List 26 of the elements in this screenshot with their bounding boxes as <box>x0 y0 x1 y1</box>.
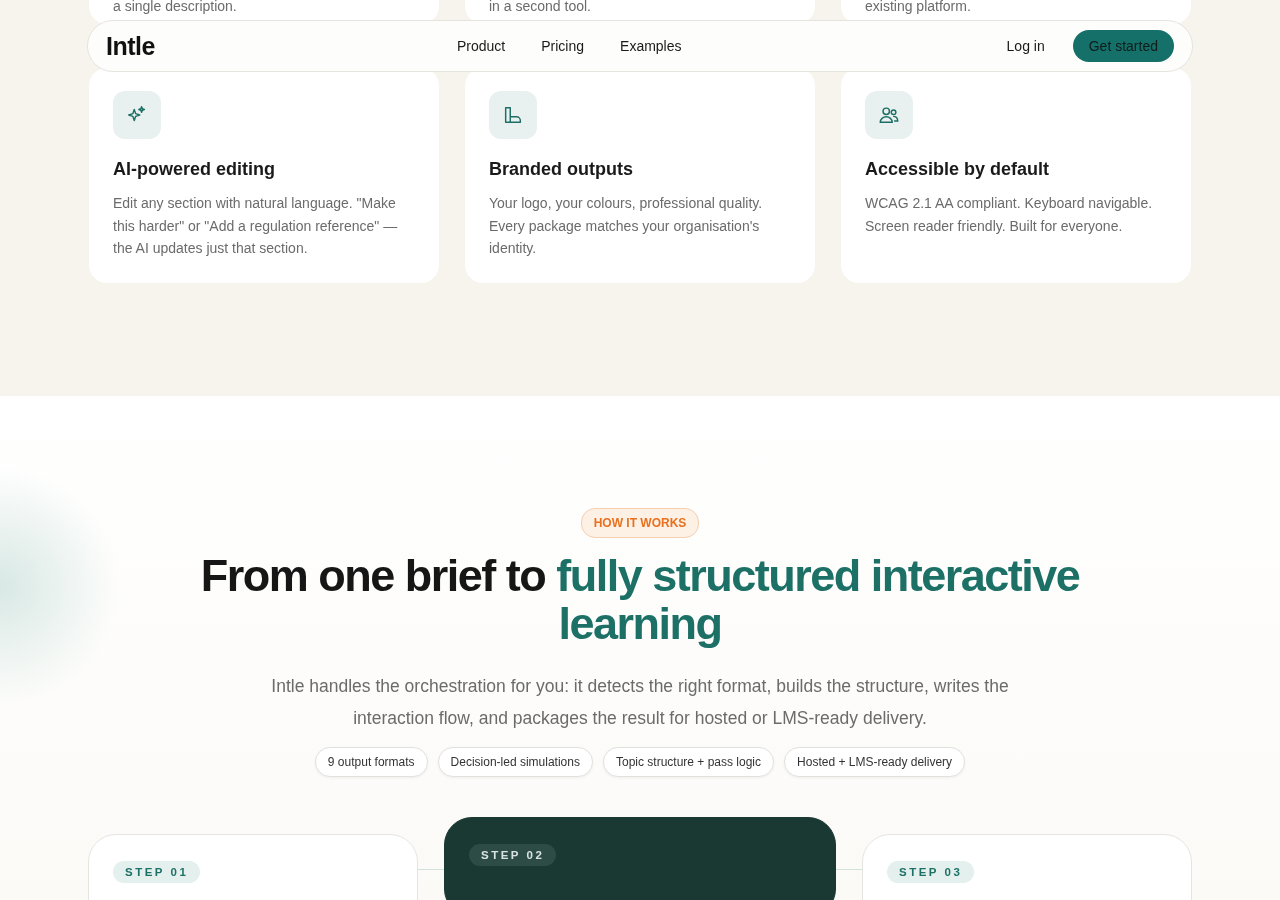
logo[interactable]: Intle <box>106 31 406 61</box>
section-intro: Intle handles the orchestration for you: it detects the right format, builds the structure, writes the interaction flow, and packages the result for hosted or LMS-ready delivery. <box>270 675 1010 730</box>
nav-link[interactable]: Product <box>457 38 506 54</box>
card-text: existing platform. <box>865 0 972 13</box>
card-description: Edit any section with natural language. "Make this harder" or "Add a regulation reference" — the AI updates just that section. <box>113 194 399 258</box>
login-link[interactable]: Log in <box>1006 38 1045 54</box>
step-label: STEP 03 <box>887 861 975 883</box>
step-label: STEP 01 <box>113 861 201 883</box>
card-title: Accessible by default <box>865 159 1051 180</box>
section-heading: From one brief to fully structured interactive learning <box>199 552 1081 648</box>
nav-link[interactable]: Examples <box>620 38 682 54</box>
section-badge: HOW IT WORKS <box>580 508 700 538</box>
card-title: AI-powered editing <box>113 159 276 180</box>
nav-link[interactable]: Pricing <box>541 38 585 54</box>
shape-icon <box>502 104 524 126</box>
feature-chip: Decision-led simulations <box>437 747 593 777</box>
card-text: in a second tool. <box>489 0 592 13</box>
people-icon <box>878 104 900 126</box>
card-title: Branded outputs <box>489 159 634 180</box>
card-text: a single description. <box>113 0 238 13</box>
card-description: WCAG 2.1 AA compliant. Keyboard navigable. Screen reader friendly. Built for everyone. <box>865 194 1154 236</box>
step-label: STEP 02 <box>469 844 557 866</box>
feature-chip: 9 output formats <box>314 747 428 777</box>
feature-chip: Topic structure + pass logic <box>602 747 775 777</box>
card-description: Your logo, your colours, professional quality. Every package matches your organisation's identity. <box>489 194 764 258</box>
feature-chip: Hosted + LMS-ready delivery <box>784 747 966 777</box>
